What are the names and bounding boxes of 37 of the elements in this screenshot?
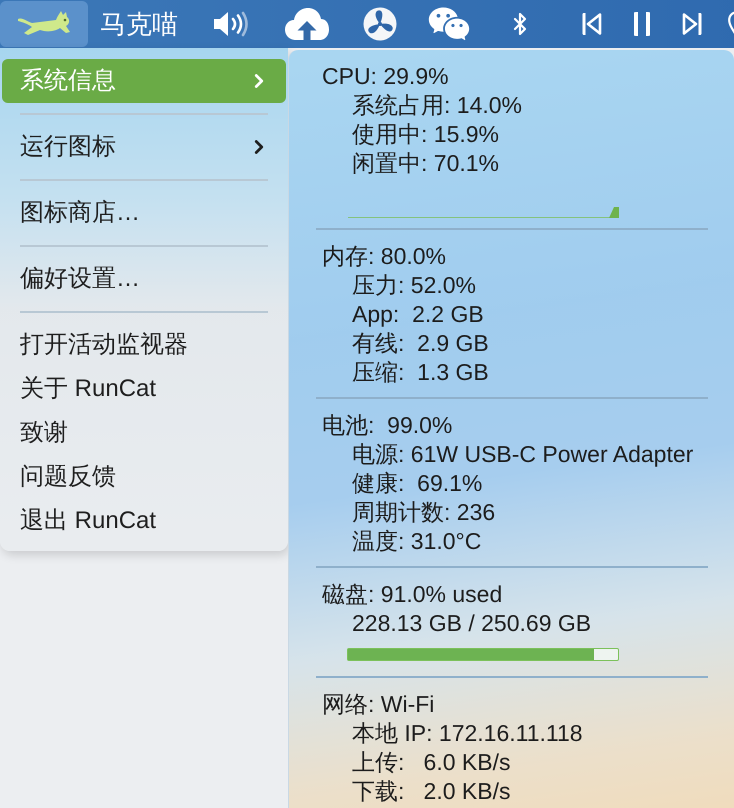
previous-track-icon[interactable]: [582, 12, 602, 36]
app-menu-button[interactable]: [0, 1, 88, 47]
stat-line: 温度: 31.0°C: [351, 527, 482, 556]
menu-title[interactable]: 马克喵: [100, 1, 178, 47]
stat-line: 电源: 61W USB-C Power Adapter: [351, 440, 694, 469]
stat-line: 下载: 2.0 KB/s: [351, 777, 510, 806]
menu-item[interactable]: 关于 RunCat: [2, 367, 286, 411]
stat-heading: 磁盘: 91.0% used: [321, 580, 502, 609]
stat-line: 周期计数: 236: [351, 498, 496, 527]
pause-icon[interactable]: [632, 12, 652, 36]
stat-line: 压缩: 1.3 GB: [351, 358, 489, 387]
menu-item[interactable]: 运行图标: [2, 125, 286, 169]
stat-line: App: 2.2 GB: [351, 300, 484, 329]
stat-heading: 电池: 99.0%: [321, 411, 452, 440]
fan-icon[interactable]: [363, 7, 397, 41]
speaker-icon[interactable]: [212, 11, 250, 37]
stat-line: 闲置中: 70.1%: [351, 149, 499, 178]
menu-item[interactable]: 退出 RunCat: [2, 499, 286, 543]
cloud-upload-icon[interactable]: [284, 7, 330, 41]
menu-item[interactable]: 致谢: [2, 411, 286, 455]
menu-item[interactable]: 打开活动监视器: [2, 323, 286, 367]
stat-line: 压力: 52.0%: [351, 271, 476, 300]
next-track-icon[interactable]: [682, 12, 702, 36]
stat-line: 上传: 6.0 KB/s: [351, 748, 510, 777]
stat-heading: 内存: 80.0%: [321, 242, 446, 271]
stat-line: 本地 IP: 172.16.11.118: [351, 719, 583, 748]
stat-line: 使用中: 15.9%: [351, 120, 499, 149]
stat-line: 健康: 69.1%: [351, 469, 482, 498]
menu-item[interactable]: 偏好设置…: [2, 257, 286, 301]
stat-line: 228.13 GB / 250.69 GB: [351, 609, 592, 638]
running-cat-icon: [16, 10, 72, 38]
stat-line: 有线: 2.9 GB: [351, 329, 489, 358]
stat-heading: CPU: 29.9%: [321, 62, 449, 91]
menu-item[interactable]: 问题反馈: [2, 455, 286, 499]
menu-item[interactable]: 图标商店…: [2, 191, 286, 235]
stat-line: 系统占用: 14.0%: [351, 91, 522, 120]
stat-heading: 网络: Wi-Fi: [321, 690, 434, 719]
